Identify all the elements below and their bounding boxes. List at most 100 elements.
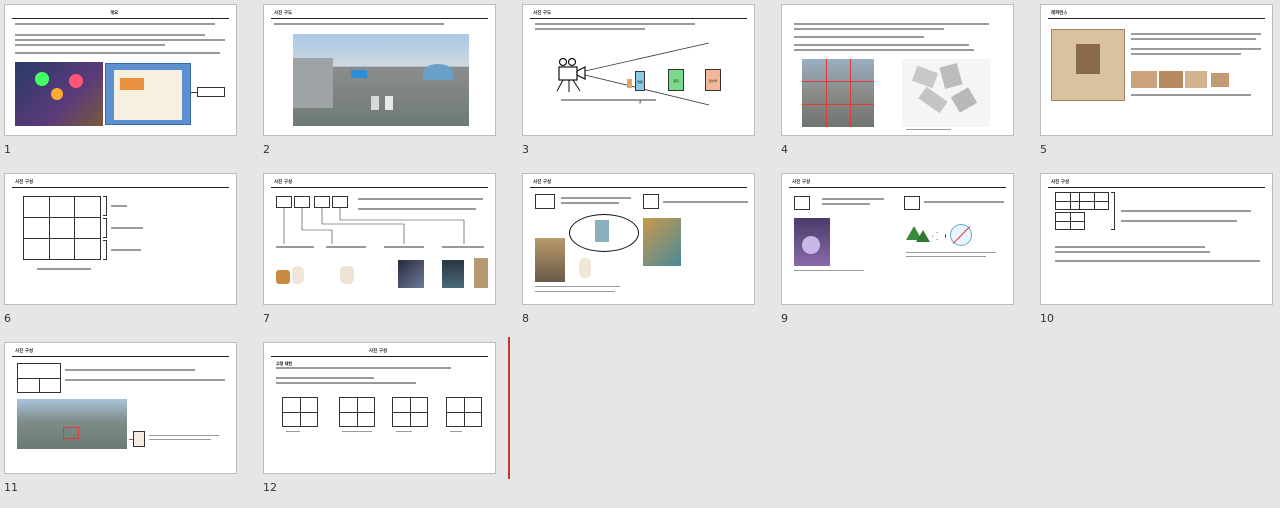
treasure-icon [276, 270, 290, 284]
text-line [111, 227, 143, 229]
text-line [561, 99, 656, 101]
arrow-left-icon [932, 232, 946, 240]
text-line [1131, 38, 1256, 40]
sword-image [398, 260, 424, 288]
composition-grid [23, 196, 101, 260]
shapes-image [902, 59, 990, 127]
slide-title: 개요 [110, 11, 119, 16]
gate-image [535, 238, 565, 282]
text-line [561, 197, 631, 199]
text-line [442, 246, 484, 248]
slide-preview: 사진 구성 [522, 173, 755, 305]
slide-title: 사진 구성 [369, 349, 388, 354]
slide-number: 11 [4, 481, 18, 494]
slide-thumbnail-12[interactable]: 사진 구성 고정 대한 12 [259, 338, 519, 508]
slide-thumbnail-11[interactable]: 사진 구성 11 [0, 338, 260, 508]
title-rule [271, 356, 488, 357]
composition-grid [1055, 212, 1085, 230]
text-line [561, 202, 619, 204]
card-label: 망원경 [637, 80, 643, 104]
text-line [286, 431, 300, 432]
slide-preview: 사진 구성 [781, 173, 1014, 305]
text-line [342, 431, 372, 432]
bracket [103, 240, 107, 260]
slide-number: 8 [522, 312, 529, 325]
slide-preview: 사진 구도 망원경 잡지 현수막 [522, 4, 755, 136]
callout-box [197, 87, 225, 97]
scene-screenshot-image [17, 399, 127, 449]
text-line [15, 34, 205, 36]
text-line [822, 198, 884, 200]
text-line [274, 23, 444, 25]
bracket [103, 196, 107, 216]
slide-thumbnail-5[interactable]: 레퍼런스 5 [1036, 0, 1280, 171]
text-line [15, 44, 165, 46]
text-line [111, 249, 141, 251]
slide-preview: 사진 구성 [1040, 173, 1273, 305]
telescope-card: 망원경 [635, 71, 645, 104]
slide-number: 4 [781, 143, 788, 156]
text-line [396, 431, 412, 432]
slide-number: 1 [4, 143, 11, 156]
text-line [276, 246, 314, 248]
grid-screenshot-image [802, 59, 874, 127]
text-line [1055, 260, 1260, 262]
text-line [149, 435, 219, 436]
slide-number: 7 [263, 312, 270, 325]
slide-thumbnail-2[interactable]: 사진 구도 2 [259, 0, 519, 171]
slide-title: 사진 구성 [15, 349, 34, 354]
magic-orb-image [794, 218, 830, 266]
text-line [65, 379, 225, 381]
slide-thumbnail-8[interactable]: 사진 구성 8 [518, 169, 778, 340]
text-line [794, 28, 944, 30]
text-line [326, 246, 366, 248]
grid-cell [904, 196, 920, 210]
slide-thumbnail-1[interactable]: 개요 1 [0, 0, 260, 171]
slide-thumbnail-10[interactable]: 사진 구성 10 [1036, 169, 1280, 340]
text-line [276, 377, 374, 379]
title-rule [12, 356, 229, 357]
slide-thumbnail-7[interactable]: 사진 구성 7 [259, 169, 519, 340]
title-rule [12, 18, 229, 19]
slide-number: 10 [1040, 312, 1054, 325]
slide-thumbnail-4[interactable]: 4 [777, 0, 1037, 171]
title-rule [271, 18, 488, 19]
text-line [276, 382, 416, 384]
composition-grid [392, 397, 428, 427]
slide-title: 레퍼런스 [1051, 11, 1068, 16]
text-line [1131, 94, 1251, 96]
text-line [535, 291, 615, 292]
ui-screenshot-image [105, 63, 191, 125]
slide-thumbnail-3[interactable]: 사진 구도 망원경 잡지 현수막 3 [518, 0, 778, 171]
slide-preview: 개요 [4, 4, 237, 136]
reference-thumb [1185, 71, 1207, 88]
grid-cell [535, 194, 555, 209]
bracket [1111, 192, 1115, 230]
text-line [906, 256, 986, 257]
slide-number: 3 [522, 143, 529, 156]
text-line [1121, 210, 1251, 212]
slide-thumbnail-6[interactable]: 사진 구성 6 [0, 169, 260, 340]
title-rule [1048, 18, 1265, 19]
slide-number: 6 [4, 312, 11, 325]
bunny-figure-icon [340, 266, 354, 284]
composition-grid [446, 397, 482, 427]
slide-preview: 사진 구성 고정 대한 [263, 342, 496, 474]
text-line [794, 49, 974, 51]
tower-image [474, 258, 488, 288]
insertion-marker [508, 337, 510, 479]
text-line [15, 39, 225, 41]
title-rule [530, 187, 747, 188]
text-line [384, 246, 424, 248]
composition-grid [1079, 192, 1109, 210]
text-line [37, 268, 91, 270]
slide-thumbnail-9[interactable]: 사진 구성 9 [777, 169, 1037, 340]
reference-thumb [1159, 71, 1183, 88]
text-line [794, 44, 969, 46]
text-line [1121, 220, 1237, 222]
text-line [794, 23, 989, 25]
bunny-figure-icon [292, 266, 304, 284]
text-line [1055, 251, 1210, 253]
fountain-image [643, 218, 681, 266]
text-line [906, 129, 951, 130]
